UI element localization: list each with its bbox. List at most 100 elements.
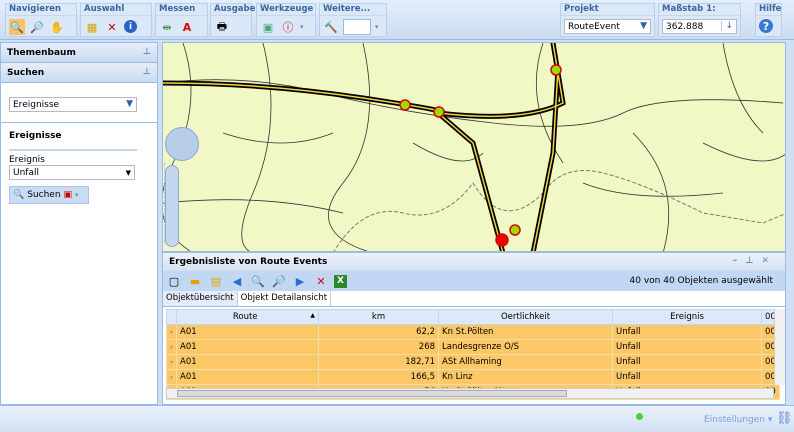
result-toolbar: ▢ ▬ ▤ ◀ 🔍 🔎 ▶ ✕ X 40 von 40 Objekten ausgewählt (163, 271, 785, 291)
chevron-down-icon: ▼ (640, 21, 647, 31)
group-ausgabe: Ausgabe 🖶 (210, 3, 255, 37)
column-oertlichkeit[interactable]: Oertlichkeit (438, 309, 614, 325)
row-expander[interactable]: ▾ (165, 369, 178, 385)
search-button[interactable]: 🔍 Suchen ▣ ▾ (9, 186, 89, 204)
arrow-left-icon[interactable]: ◀ (229, 273, 245, 289)
column-ereignis[interactable]: Ereignis (612, 309, 763, 325)
zoom-out-icon[interactable]: 🔎 (29, 19, 45, 35)
cell: 182,71 (318, 354, 440, 370)
sort-asc-icon: ▲ (310, 312, 316, 319)
pan-control[interactable] (165, 127, 199, 161)
section-title: Ereignisse (9, 131, 137, 151)
results-grid: Route ▲ km Oertlichkeit Ereignis 00 ▾ A01 62,2… (165, 309, 780, 400)
arrow-right-icon[interactable]: ▶ (292, 273, 308, 289)
table-row[interactable]: ▾ A01 268 Landesgrenze O/S Unfall 00 (165, 339, 780, 355)
cell: A01 (176, 324, 320, 340)
cell: 166,5 (318, 369, 440, 385)
field-label: Ereignis (9, 155, 45, 165)
group-projekt: Projekt RouteEvent ▼ (560, 3, 655, 37)
result-panel: Ergebnisliste von Route Events –⊥✕ ▢ ▬ ▤ ◀ 🔍… (162, 252, 786, 405)
tool-icon[interactable]: ▣ (260, 19, 276, 35)
apply-scale-icon[interactable]: ↓ (721, 21, 733, 31)
tool-input[interactable] (343, 19, 371, 35)
search-options-icon[interactable]: ▣ (64, 190, 73, 200)
horizontal-scrollbar[interactable] (166, 388, 774, 399)
group-auswahl: Auswahl ▦ ✕ i (80, 3, 152, 37)
scale-input[interactable]: 362.888 ↓ (662, 19, 737, 34)
measure-distance-icon[interactable]: ⇹ (159, 19, 175, 35)
table-icon[interactable]: ▬ (187, 273, 203, 289)
chevron-down-icon[interactable]: ▾ (75, 191, 79, 199)
group-messen: Messen ⇹ A (155, 3, 208, 37)
chevron-down-icon: ▼ (126, 99, 133, 109)
projekt-select[interactable]: RouteEvent ▼ (564, 19, 651, 34)
group-hilfe: Hilfe ? (755, 3, 782, 37)
delete-icon[interactable]: ✕ (313, 273, 329, 289)
cell: Landesgrenze O/S (438, 339, 614, 355)
row-expander[interactable]: ▾ (165, 354, 178, 370)
column-km[interactable]: km (318, 309, 440, 325)
cell: Kn St.Pölten (438, 324, 614, 340)
cell: A01 (176, 339, 320, 355)
search-icon: 🔍 (13, 190, 25, 200)
chevron-down-icon: ▼ (125, 169, 131, 177)
zoom-to-selection-icon[interactable]: ▢ (166, 273, 182, 289)
zoom-out-icon[interactable]: 🔍 (250, 273, 266, 289)
group-weitere: Weitere... 🔨 ▾ (319, 3, 387, 37)
scroll-thumb[interactable] (177, 390, 567, 397)
excel-export-icon[interactable]: X (334, 274, 347, 288)
detail-icon[interactable]: ▤ (208, 273, 224, 289)
group-navigieren: Navigieren 🔍 🔎 ✋ (5, 3, 77, 37)
cell: Kn Linz (438, 369, 614, 385)
splitter[interactable] (163, 163, 165, 243)
table-row[interactable]: ▾ A01 166,5 Kn Linz Unfall 00 (165, 369, 780, 385)
cell: Unfall (612, 324, 763, 340)
zoom-in-icon[interactable]: 🔎 (271, 273, 287, 289)
settings-button[interactable]: Einstellungen ▾ (704, 415, 772, 425)
minimize-icon[interactable]: – (733, 256, 746, 266)
main-toolbar: Navigieren 🔍 🔎 ✋ Auswahl ▦ ✕ i Messen ⇹ A Aus… (0, 0, 794, 40)
column-route[interactable]: Route ▲ (176, 309, 320, 325)
pin-icon[interactable]: ⊥ (745, 256, 761, 266)
zoom-in-icon[interactable]: 🔍 (9, 19, 25, 35)
info-icon[interactable]: i (124, 20, 137, 33)
tab-objekt-detailansicht[interactable]: Objekt Detailansicht (238, 291, 332, 306)
search-type-select[interactable]: Ereignisse ▼ (9, 97, 137, 112)
cell: ASt Allhaming (438, 354, 614, 370)
panel-suchen[interactable]: Suchen ⊥ (1, 63, 157, 83)
pan-hand-icon[interactable]: ✋ (49, 19, 65, 35)
link-icon[interactable]: ⛓ (776, 411, 793, 426)
row-expander[interactable]: ▾ (165, 339, 178, 355)
table-row[interactable]: ▾ A01 182,71 ASt Allhaming Unfall 00 (165, 354, 780, 370)
measure-area-icon[interactable]: A (179, 19, 195, 35)
chevron-down-icon[interactable]: ▾ (375, 19, 379, 35)
ereignis-select[interactable]: Unfall ▼ (9, 165, 135, 180)
panel-themenbaum[interactable]: Themenbaum ⊥ (1, 43, 157, 63)
table-row[interactable]: ▾ A01 62,2 Kn St.Pölten Unfall 00 (165, 324, 780, 340)
cell: A01 (176, 354, 320, 370)
help-icon[interactable]: ? (759, 19, 773, 33)
status-indicator-icon (636, 413, 643, 420)
close-icon[interactable]: ✕ (761, 256, 777, 266)
chevron-down-icon[interactable]: ▾ (300, 19, 304, 35)
group-massstab: Maßstab 1: 362.888 ↓ (658, 3, 741, 37)
zoom-slider[interactable] (165, 165, 179, 247)
print-icon[interactable]: 🖶 (214, 19, 230, 35)
group-werkzeuge: Werkzeuge ▣ ⓘ ▾ (256, 3, 316, 37)
row-expander[interactable]: ▾ (165, 324, 178, 340)
selection-count: 40 von 40 Objekten ausgewählt (629, 276, 773, 286)
hammer-icon[interactable]: 🔨 (323, 19, 339, 35)
left-panel: Themenbaum ⊥ Suchen ⊥ Ereignisse ▼ Ereignis… (0, 42, 158, 405)
status-bar: Einstellungen ▾ ⛓ (0, 405, 794, 432)
tab-objektuebersicht[interactable]: Objektübersicht (163, 291, 238, 306)
cell: Unfall (612, 369, 763, 385)
vertical-scrollbar[interactable] (774, 309, 785, 385)
pin-icon[interactable]: ⊥ (143, 67, 151, 77)
select-icon[interactable]: ▦ (84, 19, 100, 35)
cell: 268 (318, 339, 440, 355)
deselect-icon[interactable]: ✕ (104, 19, 120, 35)
map-view[interactable] (162, 42, 786, 252)
cell: Unfall (612, 354, 763, 370)
pin-icon[interactable]: ⊥ (143, 47, 151, 57)
tooltip-info-icon[interactable]: ⓘ (280, 19, 296, 35)
